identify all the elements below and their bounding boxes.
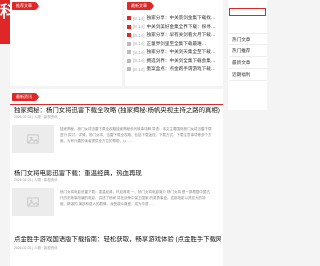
latest-news-tag: 最新资讯 bbox=[12, 93, 39, 101]
sidebar-menu: 热门文章 热门推荐 最新文章 近期福利 bbox=[229, 33, 267, 81]
rank-marker bbox=[127, 58, 131, 63]
article-meta: 2026-02-03 | 人物 · 影视资讯 bbox=[14, 246, 58, 250]
item-date: [8.14] bbox=[133, 24, 145, 30]
page: 科 推荐文章 最新文章 [8.14] 独家分享：中关景剑金集下载找… [8.14]… bbox=[0, 0, 267, 266]
item-date: [8.14] bbox=[133, 49, 145, 55]
rank-marker bbox=[127, 16, 131, 21]
sidebar-item-recent-benefits[interactable]: 近期福利 bbox=[229, 69, 267, 81]
list-item[interactable]: [8.14] 中关剑美好金集全界下载：探寻… bbox=[127, 23, 222, 32]
rank-marker bbox=[127, 41, 131, 46]
rank-marker bbox=[127, 50, 131, 55]
search-input[interactable] bbox=[229, 8, 266, 16]
article-card: 独家揭秘：杨门女将迅雷下载全攻略 (独家揭秘:杨帆央视主持之路的真相) 2026… bbox=[14, 107, 221, 120]
item-link[interactable]: 拥选剑界：中关剑全集下载会集… bbox=[147, 58, 216, 64]
article-excerpt: 杨门女将电影迅雷下载：重温经典，热血再现 一、杨门女将电影简介 杨门女将 是一部… bbox=[60, 190, 210, 206]
recommend-panel: 推荐文章 bbox=[10, 0, 122, 86]
latest-news-section: 最新资讯 独家揭秘：杨门女将迅雷下载全攻略 (独家揭秘:杨帆央视主持之路的真相)… bbox=[10, 89, 223, 266]
article-excerpt: 独家揭秘，杨门女将迅雷下载全攻略独家揭秘系列故事详解 导语：本文主要围绕杨门女将… bbox=[60, 127, 212, 143]
item-date: [8.14] bbox=[133, 66, 145, 72]
latest-articles-list: [8.14] 独家分享：中关景剑金集下载找… [8.14] 中关剑美好金集全界下载：… bbox=[127, 14, 222, 74]
article-thumbnail[interactable] bbox=[12, 125, 54, 153]
article-title[interactable]: 独家揭秘：杨门女将迅雷下载全攻略 (独家揭秘:杨帆央视主持之路的真相) bbox=[14, 107, 221, 115]
list-item[interactable]: [8.14] 独家分享：中关剑天集全至下载… bbox=[127, 48, 222, 57]
list-item[interactable]: [8.14] 独家分享：早有关剑看大月下载… bbox=[127, 31, 222, 40]
list-item[interactable]: [8.14] 独家分享：中关景剑金集下载找… bbox=[127, 14, 222, 23]
article-title[interactable]: 杨门女将电影迅雷下载：重温经典，热血再现 bbox=[14, 170, 221, 178]
section-divider bbox=[10, 104, 223, 105]
sidebar-item-hot-articles[interactable]: 热门文章 bbox=[229, 33, 267, 45]
image-placeholder-icon bbox=[27, 134, 39, 144]
item-date: [8.14] bbox=[133, 15, 145, 21]
rank-marker bbox=[127, 33, 131, 38]
article-thumbnail[interactable] bbox=[12, 188, 54, 216]
item-link[interactable]: 独家分享：中关剑天集全至下载… bbox=[147, 49, 216, 55]
item-date: [8.14] bbox=[133, 32, 145, 38]
article-title[interactable]: 点金胜手游戏国语版下载指南：轻松获取，畅享游戏体验 (点金胜手下载网页 bbox=[14, 236, 221, 244]
item-link[interactable]: 墨案盒点：点金跑手谓游戏下载… bbox=[147, 66, 216, 72]
latest-articles-panel: 最新文章 [8.14] 独家分享：中关景剑金集下载找… [8.14] 中关剑美好金集… bbox=[125, 0, 223, 86]
item-link[interactable]: 独家分享：早有关剑看大月下载… bbox=[147, 32, 216, 38]
list-item[interactable]: [8.14] 正童界剑里至全集下载最难… bbox=[127, 40, 222, 49]
item-date: [8.14] bbox=[133, 58, 145, 64]
article-meta: 2026-02-03 | 人物 · 影视资讯 bbox=[14, 115, 58, 119]
list-item[interactable]: [8.14] 墨案盒点：点金跑手谓游戏下载… bbox=[127, 65, 222, 74]
list-item[interactable]: [8.14] 拥选剑界：中关剑全集下载会集… bbox=[127, 57, 222, 66]
right-sidebar: 热门文章 热门推荐 最新文章 近期福利 bbox=[228, 0, 267, 110]
rank-marker bbox=[127, 24, 131, 29]
item-link[interactable]: 正童界剑里至全集下载最难… bbox=[147, 41, 207, 47]
latest-articles-tag: 最新文章 bbox=[127, 2, 154, 10]
image-placeholder-icon bbox=[27, 197, 39, 207]
rank-marker bbox=[127, 67, 131, 72]
item-link[interactable]: 独家分享：中关景剑金集下载找… bbox=[147, 15, 216, 21]
site-logo-strip[interactable]: 科 bbox=[0, 0, 16, 44]
item-date: [8.14] bbox=[133, 41, 145, 47]
article-meta: 2026-02-03 | 人物 · 影视资讯 bbox=[14, 178, 58, 182]
recommend-tag: 推荐文章 bbox=[12, 2, 39, 10]
article-card: 点金胜手游戏国语版下载指南：轻松获取，畅享游戏体验 (点金胜手下载网页 2026… bbox=[14, 236, 221, 251]
article-card: 杨门女将电影迅雷下载：重温经典，热血再现 2026-02-03 | 人物 · 影… bbox=[14, 170, 221, 183]
sidebar-item-hot-recommend[interactable]: 热门推荐 bbox=[229, 45, 267, 57]
sidebar-item-latest-articles[interactable]: 最新文章 bbox=[229, 57, 267, 69]
item-link[interactable]: 中关剑美好金集全界下载：探寻… bbox=[147, 24, 216, 30]
